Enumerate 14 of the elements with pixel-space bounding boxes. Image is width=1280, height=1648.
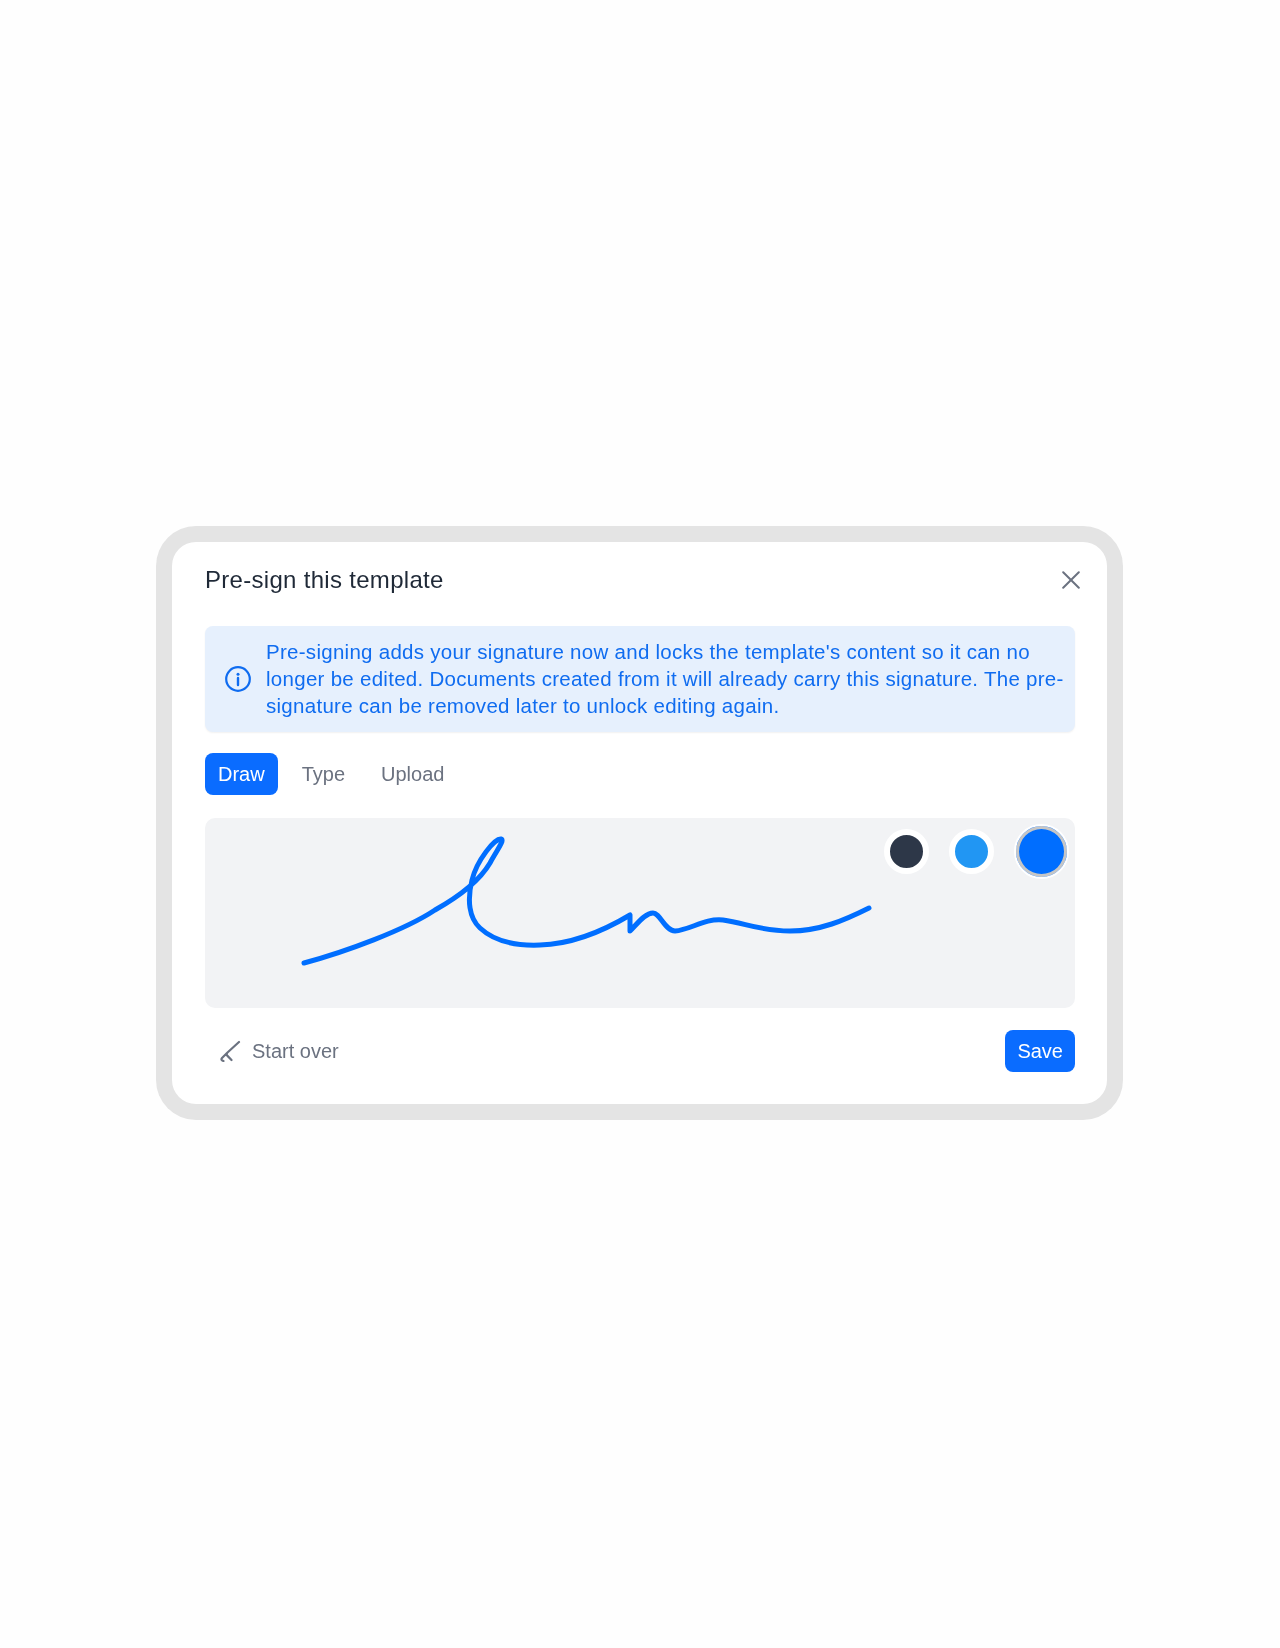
start-over-button[interactable]: Start over bbox=[205, 1031, 349, 1071]
color-swatch[interactable] bbox=[949, 829, 994, 874]
eraser-icon bbox=[219, 1040, 241, 1062]
tab[interactable]: Draw bbox=[205, 753, 278, 795]
color-swatch[interactable] bbox=[884, 829, 929, 874]
close-button[interactable] bbox=[1059, 568, 1083, 592]
tab[interactable]: Upload bbox=[369, 753, 457, 795]
close-icon bbox=[1062, 571, 1080, 589]
tab[interactable]: Type bbox=[289, 753, 358, 795]
info-text: Pre-signing adds your signature now and locks the template's content so it can no longer be edited. Documents created from it will already carry this signature. The pre-signature can be removed later to unlock editing again. bbox=[266, 639, 1065, 719]
dialog-title: Pre-sign this template bbox=[205, 565, 444, 595]
signature-pad[interactable] bbox=[205, 818, 1075, 1008]
info-icon bbox=[225, 665, 251, 692]
save-button[interactable]: Save bbox=[1005, 1030, 1075, 1072]
